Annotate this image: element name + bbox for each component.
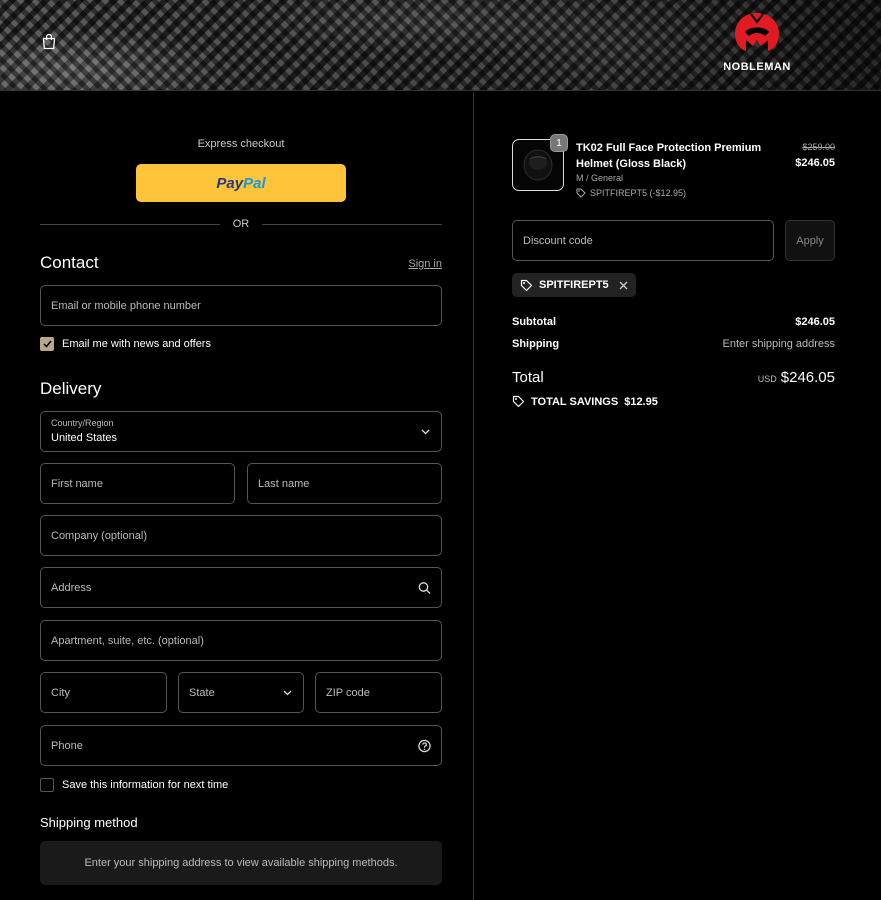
product-price: $246.05 [795,157,835,169]
total-amount-group: USD $246.05 [758,369,835,386]
or-line-right [262,224,442,225]
applied-discount-chip: SPITFIREPT5 [512,273,636,297]
applied-discount-code: SPITFIREPT5 [539,279,609,291]
address-input[interactable] [41,568,441,607]
sign-in-link[interactable]: Sign in [408,258,442,270]
last-name-input[interactable] [248,464,441,503]
zip-field[interactable] [315,672,442,713]
city-field[interactable] [40,672,167,713]
close-icon[interactable] [619,281,628,290]
chevron-down-icon [283,690,292,695]
tag-icon [520,279,533,291]
newsletter-label: Email me with news and offers [62,338,211,350]
subtotal-value: $246.05 [795,316,835,328]
savings-label: TOTAL SAVINGS [531,395,619,408]
product-original-price: $259.00 [802,142,835,152]
helmet-image-icon [523,149,553,181]
shopping-bag-icon[interactable] [41,33,57,50]
tag-icon [576,188,586,198]
newsletter-checkbox[interactable] [40,337,54,351]
help-icon[interactable] [418,739,431,752]
save-info-checkbox[interactable] [40,778,54,792]
product-discount: SPITFIREPT5 (-$12.95) [576,188,686,198]
total-value: $246.05 [780,369,835,386]
newsletter-row[interactable]: Email me with news and offers [40,337,211,351]
save-info-label: Save this information for next time [62,779,229,791]
shipping-label: Shipping [512,338,560,350]
chevron-down-icon [421,429,430,434]
search-icon[interactable] [418,581,431,594]
subtotal-row: Subtotal $246.05 [512,316,835,328]
address-field[interactable] [40,567,442,608]
shipping-row: Shipping Enter shipping address [512,338,835,350]
apartment-input[interactable] [41,621,441,660]
or-divider: OR [40,218,442,230]
paypal-button[interactable]: Pay Pal [136,164,346,202]
product-variant: M / General [576,173,624,183]
paypal-text-pal: Pal [243,174,266,192]
checkmark-icon [42,340,52,348]
discount-code-input[interactable] [513,221,773,260]
company-input[interactable] [41,516,441,555]
country-select[interactable]: Country/Region United States [40,411,442,452]
tag-icon [512,395,525,408]
total-row: Total USD $246.05 [512,369,835,386]
currency-code: USD [757,374,777,384]
state-placeholder: State [189,686,215,699]
contact-heading: Contact [40,253,99,272]
shipping-method-heading: Shipping method [40,815,138,830]
quantity-badge: 1 [550,134,568,152]
state-select[interactable]: State [178,672,304,713]
shipping-method-info: Enter your shipping address to view avai… [40,841,442,885]
total-label: Total [512,369,544,386]
apartment-field[interactable] [40,620,442,661]
product-discount-text: SPITFIREPT5 (-$12.95) [590,188,687,198]
savings-value: $12.95 [624,395,658,408]
email-input[interactable] [41,286,441,325]
column-divider [473,92,474,900]
product-name: TK02 Full Face Protection Premium Helmet… [576,142,762,170]
total-savings: TOTAL SAVINGS $12.95 [512,395,658,408]
shipping-value: Enter shipping address [722,338,835,350]
first-name-field[interactable] [40,463,235,504]
phone-input[interactable] [41,726,441,765]
express-checkout-label: Express checkout [197,138,285,150]
apply-discount-button[interactable]: Apply [785,220,835,261]
paypal-text-pay: Pay [216,174,244,192]
helmet-logo-icon [735,13,779,51]
city-input[interactable] [41,673,166,712]
brand-logo[interactable]: NOBLEMAN [712,10,802,76]
save-info-row[interactable]: Save this information for next time [40,778,228,792]
company-field[interactable] [40,515,442,556]
delivery-heading: Delivery [40,379,102,398]
last-name-field[interactable] [247,463,442,504]
first-name-input[interactable] [41,464,234,503]
country-label: Country/Region [51,418,114,428]
subtotal-label: Subtotal [512,316,556,328]
country-value: United States [51,432,118,444]
phone-field[interactable] [40,725,442,766]
zip-input[interactable] [316,673,441,712]
email-field[interactable] [40,285,442,326]
header-banner: NOBLEMAN [0,0,881,91]
discount-code-field[interactable] [512,220,774,261]
brand-name: NOBLEMAN [723,61,791,73]
